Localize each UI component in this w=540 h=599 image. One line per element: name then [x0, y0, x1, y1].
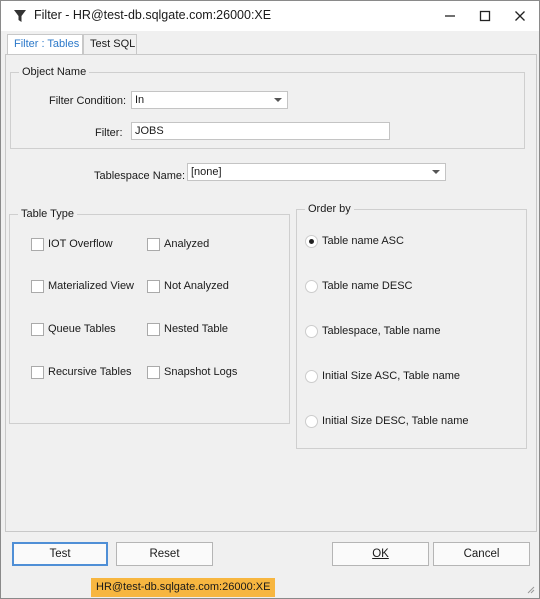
- window-title: Filter - HR@test-db.sqlgate.com:26000:XE: [34, 8, 272, 22]
- connection-badge: HR@test-db.sqlgate.com:26000:XE: [91, 578, 276, 597]
- filter-input[interactable]: JOBS: [131, 122, 390, 140]
- tablespace-value: [none]: [191, 166, 222, 178]
- radio-label: Initial Size ASC, Table name: [322, 370, 460, 382]
- resize-grip-icon[interactable]: [525, 584, 535, 594]
- filter-dialog: Filter - HR@test-db.sqlgate.com:26000:XE…: [0, 0, 540, 599]
- filter-condition-value: In: [135, 94, 145, 106]
- order-by-group: Order by Table name ASC Table name DESC …: [296, 203, 527, 449]
- object-name-group-label: Object Name: [19, 66, 90, 78]
- checkbox-label: Not Analyzed: [164, 280, 229, 292]
- checkbox-box[interactable]: [147, 366, 160, 379]
- object-name-group: Object Name Filter Condition: In Filter:…: [10, 66, 525, 149]
- checkbox-label: Recursive Tables: [48, 366, 132, 378]
- filter-icon: [14, 10, 26, 22]
- checkbox-box[interactable]: [147, 280, 160, 293]
- reset-button[interactable]: Reset: [116, 542, 213, 566]
- radio-label: Initial Size DESC, Table name: [322, 415, 469, 427]
- maximize-button[interactable]: [468, 1, 502, 31]
- checkbox-label: IOT Overflow: [48, 238, 113, 250]
- cancel-button[interactable]: Cancel: [433, 542, 530, 566]
- chevron-down-icon: [432, 170, 440, 174]
- filter-condition-label: Filter Condition:: [49, 95, 127, 107]
- checkbox-box[interactable]: [31, 238, 44, 251]
- checkbox-box[interactable]: [147, 323, 160, 336]
- radio-button[interactable]: [305, 235, 318, 248]
- radio-button[interactable]: [305, 325, 318, 338]
- checkbox-label: Nested Table: [164, 323, 229, 335]
- radio-button[interactable]: [305, 415, 318, 428]
- maximize-icon: [479, 10, 491, 22]
- minimize-button[interactable]: [433, 1, 467, 31]
- table-type-group-label: Table Type: [18, 208, 78, 220]
- checkbox-label: Snapshot Logs: [164, 366, 238, 378]
- radio-label: Tablespace, Table name: [322, 325, 441, 337]
- checkbox-box[interactable]: [31, 280, 44, 293]
- checkbox-label: Materialized View: [48, 280, 135, 292]
- chevron-down-icon: [274, 98, 282, 102]
- filter-label: Filter:: [95, 127, 123, 139]
- checkbox-label: Analyzed: [164, 238, 210, 250]
- title-bar: Filter - HR@test-db.sqlgate.com:26000:XE: [1, 1, 539, 31]
- table-type-group: Table Type IOT Overflow Analyzed Materia…: [9, 208, 290, 424]
- checkbox-box[interactable]: [147, 238, 160, 251]
- radio-label: Table name DESC: [322, 280, 413, 292]
- order-by-group-label: Order by: [305, 203, 354, 215]
- close-icon: [515, 11, 525, 21]
- tablespace-label: Tablespace Name:: [94, 170, 186, 182]
- checkbox-box[interactable]: [31, 366, 44, 379]
- checkbox-box[interactable]: [31, 323, 44, 336]
- tab-test-sql[interactable]: Test SQL: [83, 34, 137, 54]
- radio-button[interactable]: [305, 370, 318, 383]
- checkbox-label: Queue Tables: [48, 323, 116, 335]
- filter-panel: Object Name Filter Condition: In Filter:…: [5, 54, 537, 532]
- minimize-icon: [445, 15, 455, 17]
- filter-condition-select[interactable]: In: [131, 91, 288, 109]
- radio-label: Table name ASC: [322, 235, 404, 247]
- radio-button[interactable]: [305, 280, 318, 293]
- tab-filter-tables[interactable]: Filter : Tables: [7, 34, 83, 54]
- close-button[interactable]: [503, 1, 537, 31]
- ok-button[interactable]: OK: [332, 542, 429, 566]
- tablespace-select[interactable]: [none]: [187, 163, 446, 181]
- test-button[interactable]: Test: [12, 542, 108, 566]
